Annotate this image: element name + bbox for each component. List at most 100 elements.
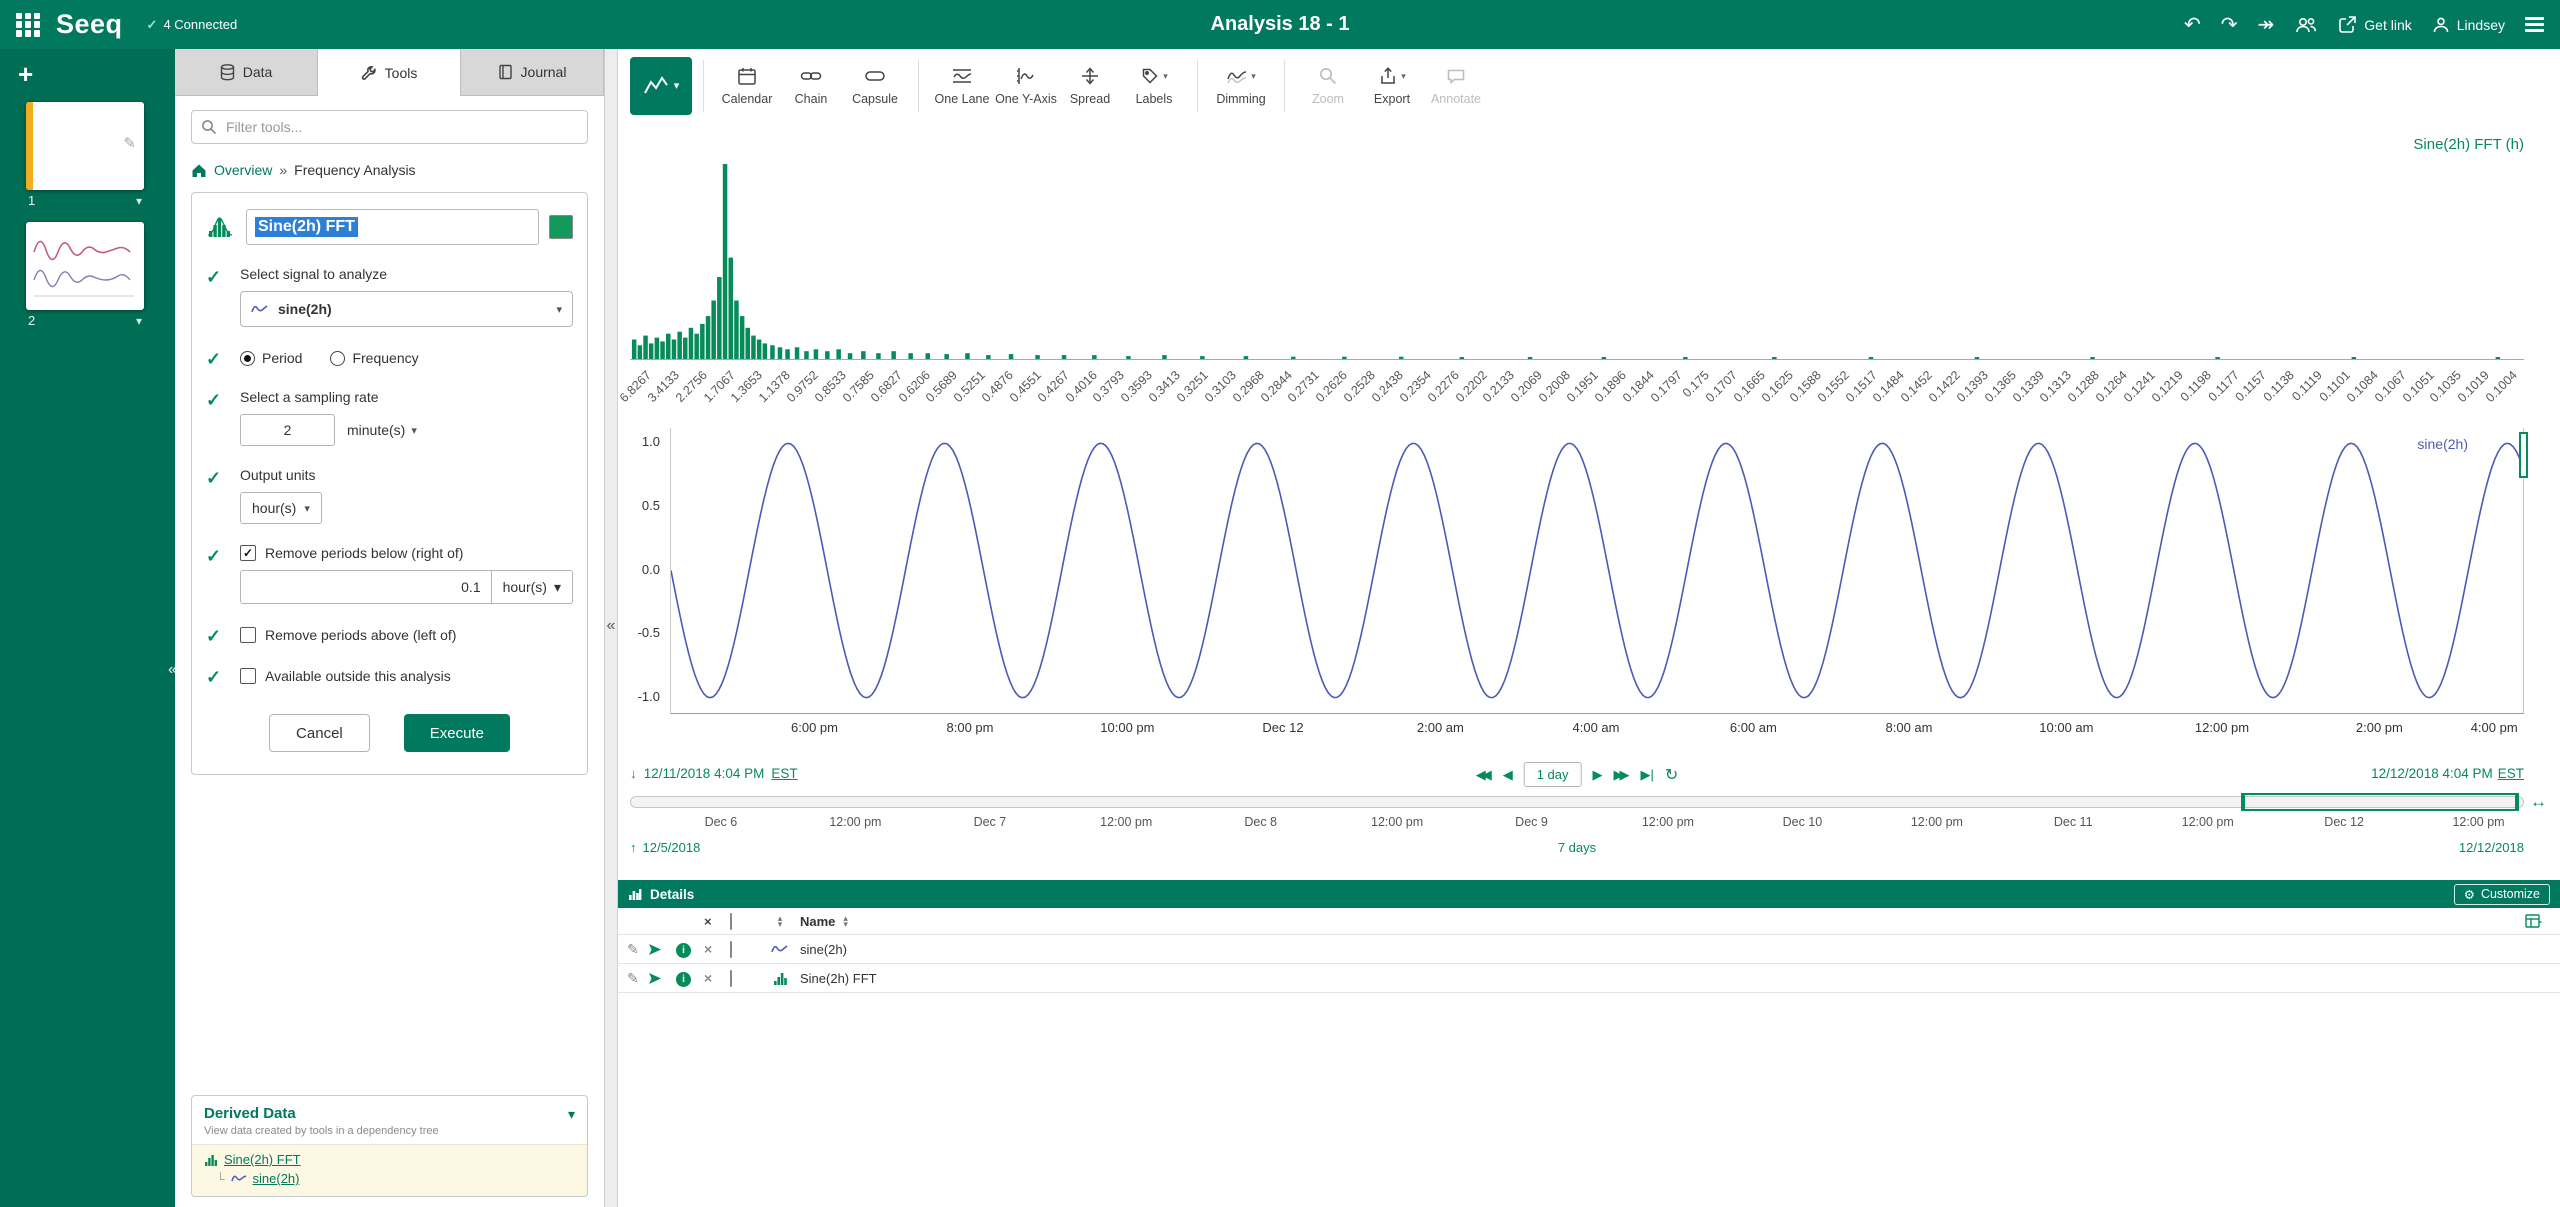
timeline-start-date: 12/5/2018 — [643, 840, 701, 855]
remove-below-input[interactable]: 0.1 — [240, 570, 492, 604]
tool-dimming-button[interactable]: ▾ Dimming — [1209, 65, 1273, 106]
remove-below-unit-select[interactable]: hour(s) ▾ — [492, 570, 573, 604]
tool-one-lane-button[interactable]: One Lane — [930, 65, 994, 106]
tab-data[interactable]: Data — [175, 49, 318, 96]
derived-collapse-icon[interactable]: ▾ — [568, 1106, 575, 1123]
timeline-end-date[interactable]: 12/12/2018 — [2459, 840, 2524, 855]
new-worksheet-button[interactable]: + — [18, 61, 33, 87]
item-name[interactable]: sine(2h) — [800, 942, 2560, 957]
tool-export-button[interactable]: ▾ Export — [1360, 65, 1424, 106]
tab-tools[interactable]: Tools — [318, 49, 461, 96]
table-view-icon[interactable] — [2525, 914, 2542, 929]
step-forward-full-icon[interactable]: ▶▶ — [1614, 767, 1630, 783]
edit-item-icon[interactable]: ✎ — [618, 970, 648, 987]
timeline-track[interactable]: ↔ — [630, 796, 2524, 808]
sort-name-icon[interactable]: ▴▾ — [843, 915, 848, 927]
derived-data-title[interactable]: Derived Data — [204, 1105, 575, 1122]
execute-button[interactable]: Execute — [404, 714, 510, 752]
sampling-rate-input[interactable]: 2 — [240, 414, 335, 446]
details-row-fft[interactable]: ✎ i × Sine(2h) FFT — [618, 964, 2560, 993]
tool-capsule-button[interactable]: Capsule — [843, 65, 907, 106]
tool-spread-button[interactable]: Spread — [1058, 65, 1122, 106]
remove-above-checkbox[interactable] — [240, 627, 256, 643]
tool-calendar-button[interactable]: Calendar — [715, 65, 779, 106]
remove-item-icon[interactable]: × — [704, 970, 730, 986]
apps-grid-icon[interactable] — [16, 13, 40, 37]
y-axis-range-handle[interactable] — [2519, 432, 2528, 478]
select-all-checkbox[interactable] — [730, 913, 732, 930]
breadcrumb-overview-link[interactable]: Overview — [214, 162, 272, 178]
remove-item-icon[interactable]: × — [704, 941, 730, 957]
remove-all-icon[interactable]: × — [704, 914, 730, 929]
get-link-button[interactable]: Get link — [2338, 15, 2411, 34]
item-info-icon[interactable]: i — [676, 970, 704, 987]
derived-item-fft-link[interactable]: Sine(2h) FFT — [224, 1152, 301, 1167]
timeline-expand-icon[interactable]: ↔ — [2530, 792, 2547, 812]
sine-plot-area[interactable] — [670, 428, 2524, 714]
result-name-input[interactable]: Sine(2h) FFT — [246, 209, 539, 245]
trend-view-button[interactable]: ▾ — [630, 57, 692, 115]
range-end-timezone[interactable]: EST — [2498, 766, 2524, 781]
fft-series-label: Sine(2h) FFT (h) — [2413, 136, 2524, 153]
navigate-item-icon[interactable] — [648, 972, 676, 985]
worksheet-1-menu-icon[interactable]: ▾ — [136, 194, 142, 208]
fft-bar — [751, 336, 756, 359]
range-start[interactable]: ↓ 12/11/2018 4:04 PM EST — [630, 766, 798, 781]
timeline-selection-bracket[interactable] — [2241, 793, 2519, 811]
timeline-start[interactable]: ↑ 12/5/2018 — [630, 840, 700, 855]
auto-update-icon[interactable]: ↻ — [1665, 765, 1678, 785]
signal-select[interactable]: sine(2h) ▾ — [240, 291, 573, 327]
duration-button[interactable]: 1 day — [1524, 762, 1582, 787]
derived-item-signal-link[interactable]: sine(2h) — [253, 1171, 300, 1186]
sort-type-icon[interactable]: ▴▾ — [778, 915, 783, 927]
tool-chain-button[interactable]: Chain — [779, 65, 843, 106]
user-menu[interactable]: Lindsey — [2432, 16, 2505, 34]
fft-bar — [1291, 357, 1296, 359]
navigate-item-icon[interactable] — [648, 943, 676, 956]
item-name[interactable]: Sine(2h) FFT — [800, 971, 2560, 986]
step-back-icon[interactable]: ◀ — [1503, 767, 1513, 783]
series-color-swatch[interactable] — [549, 215, 573, 239]
tab-journal[interactable]: Journal — [461, 49, 604, 96]
tool-one-y-axis-button[interactable]: One Y-Axis — [994, 65, 1058, 106]
name-column-header[interactable]: Name — [800, 914, 835, 929]
sampling-unit-select[interactable]: minute(s) ▾ — [347, 422, 417, 438]
item-checkbox[interactable] — [730, 941, 732, 958]
edit-item-icon[interactable]: ✎ — [618, 941, 648, 958]
seeq-logo[interactable]: Seeq — [56, 9, 123, 40]
available-outside-checkbox[interactable] — [240, 668, 256, 684]
range-start-timezone[interactable]: EST — [771, 766, 797, 781]
remove-below-checkbox[interactable]: ✓ — [240, 545, 256, 561]
worksheet-2-thumbnail[interactable] — [26, 222, 144, 310]
step-check-icon: ✓ — [206, 389, 240, 446]
hamburger-menu-icon[interactable] — [2525, 17, 2544, 32]
redo-all-icon[interactable]: ↠ — [2258, 15, 2275, 35]
output-unit-select[interactable]: hour(s) ▾ — [240, 492, 322, 524]
step-forward-icon[interactable]: ▶ — [1593, 767, 1603, 783]
fft-plot-area[interactable] — [630, 160, 2524, 360]
collapse-tools-panel-icon[interactable]: « — [607, 617, 616, 635]
cancel-button[interactable]: Cancel — [269, 714, 370, 752]
step-back-full-icon[interactable]: ◀◀ — [1476, 767, 1492, 783]
details-row-sine[interactable]: ✎ i × sine(2h) — [618, 935, 2560, 964]
timeline-duration[interactable]: 7 days — [1558, 840, 1596, 855]
worksheet-1-thumbnail[interactable]: ✎ — [26, 102, 144, 190]
worksheet-2-menu-icon[interactable]: ▾ — [136, 314, 142, 328]
item-checkbox[interactable] — [730, 970, 732, 987]
home-icon[interactable] — [191, 163, 207, 178]
collaborators-icon[interactable] — [2294, 15, 2318, 35]
collapse-worksheet-rail-icon[interactable]: « — [168, 661, 177, 679]
agents-connected-status[interactable]: ✓ 4 Connected — [147, 17, 238, 33]
tool-labels-button[interactable]: ▾ Labels — [1122, 65, 1186, 106]
range-end[interactable]: 12/12/2018 4:04 PM EST — [2371, 766, 2524, 781]
redo-icon[interactable]: ↷ — [2221, 15, 2238, 35]
fft-bar — [1244, 356, 1249, 359]
step-to-end-icon[interactable]: ▶| — [1641, 767, 1654, 783]
filter-tools-input[interactable] — [191, 110, 588, 144]
fft-bar — [944, 354, 949, 359]
period-radio[interactable]: Period — [240, 350, 302, 366]
customize-button[interactable]: ⚙ Customize — [2454, 884, 2550, 905]
frequency-radio[interactable]: Frequency — [330, 350, 418, 366]
undo-icon[interactable]: ↶ — [2184, 15, 2201, 35]
item-info-icon[interactable]: i — [676, 941, 704, 958]
